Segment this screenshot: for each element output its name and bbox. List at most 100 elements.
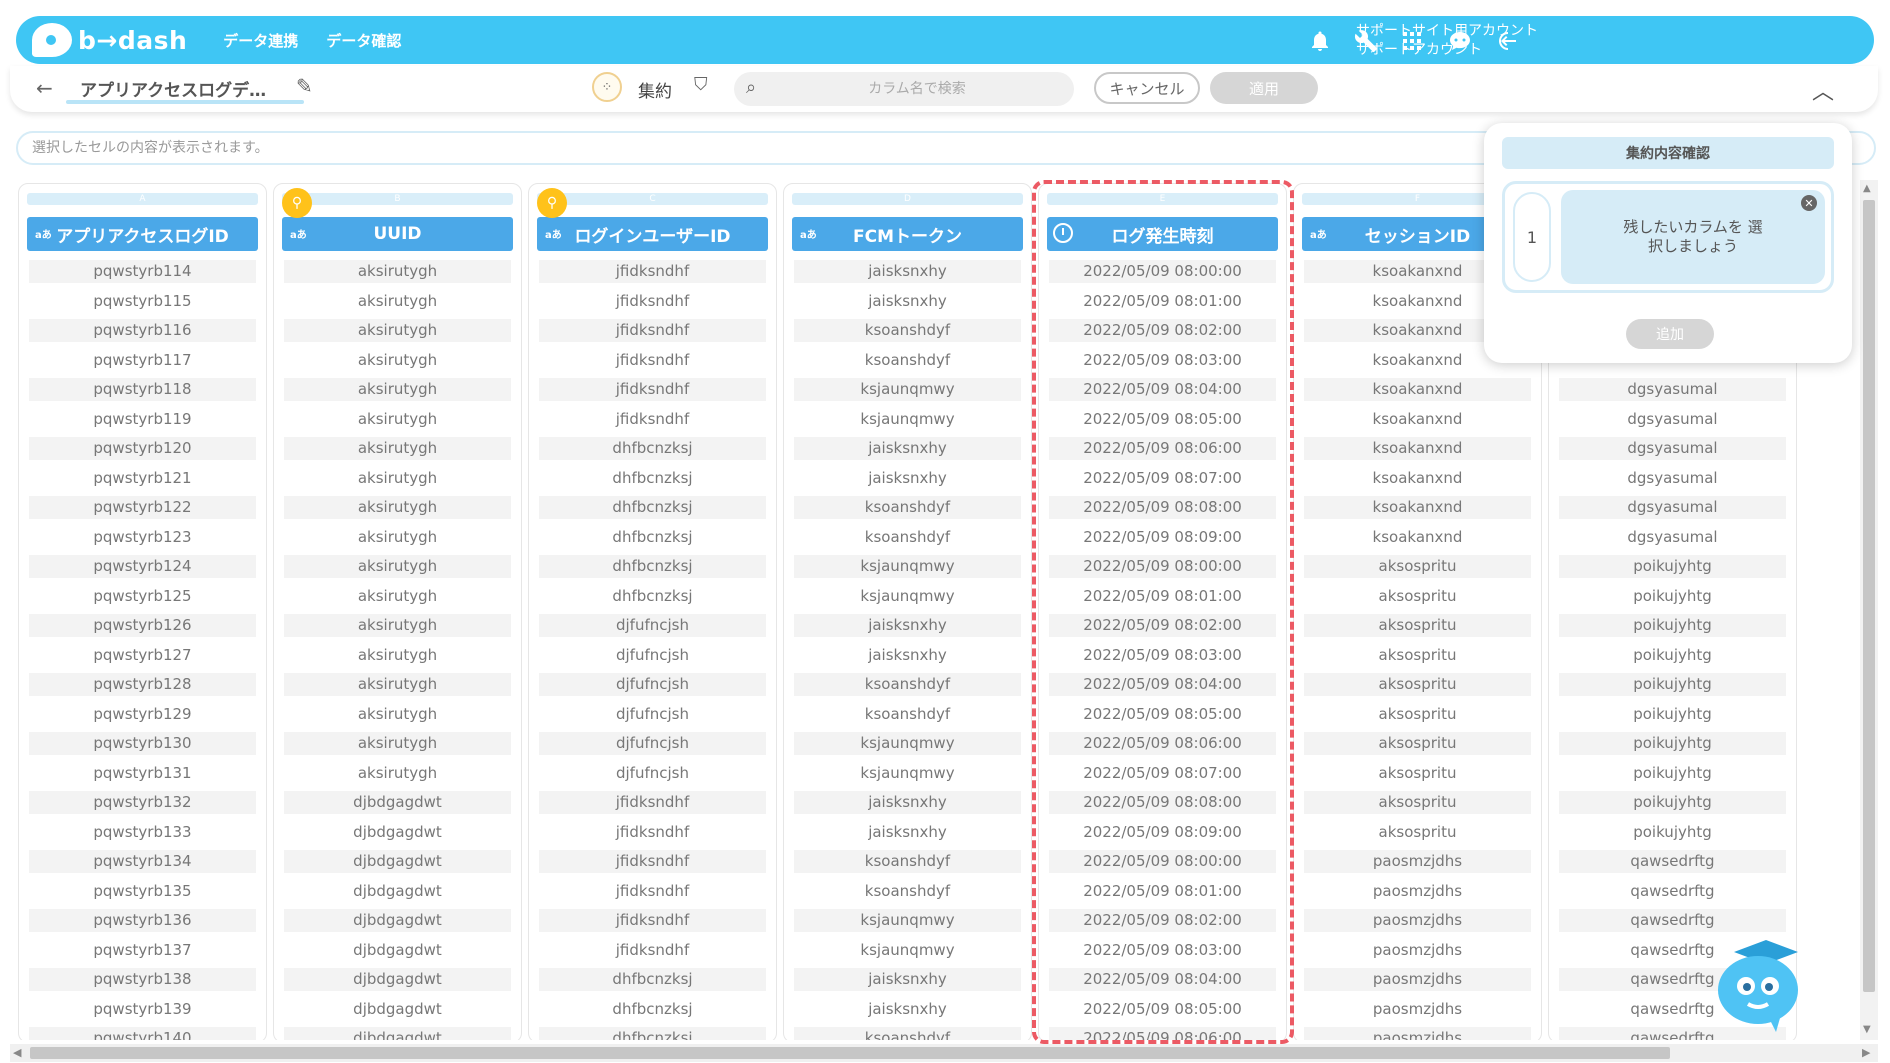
scroll-up-icon[interactable]: ▲ [1863, 183, 1871, 194]
mascot-helper-icon[interactable] [1710, 924, 1810, 1034]
grid-cell[interactable]: paosmzjdhs [1302, 879, 1533, 909]
grid-cell[interactable]: jfidksndhf [537, 849, 768, 879]
grid-cell[interactable]: ksoanshdyf [792, 849, 1023, 879]
grid-cell[interactable]: dgsyasumal [1557, 436, 1788, 466]
grid-cell[interactable]: dhfbcnzksj [537, 436, 768, 466]
scroll-left-icon[interactable]: ◀ [13, 1046, 21, 1059]
grid-cell[interactable]: jfidksndhf [537, 407, 768, 437]
grid-cell[interactable]: 2022/05/09 08:05:00 [1047, 407, 1278, 437]
grid-cell[interactable]: aksospritu [1302, 731, 1533, 761]
grid-cell[interactable]: jaisksnxhy [792, 967, 1023, 997]
grid-cell[interactable]: aksirutygh [282, 318, 513, 348]
grid-cell[interactable]: ksoakanxnd [1302, 407, 1533, 437]
grid-cell[interactable]: pqwstyrb118 [27, 377, 258, 407]
grid-cell[interactable]: pqwstyrb138 [27, 967, 258, 997]
grid-cell[interactable]: aksirutygh [282, 643, 513, 673]
cell-content-field[interactable] [32, 133, 1432, 163]
grid-cell[interactable]: 2022/05/09 08:00:00 [1047, 259, 1278, 289]
grid-cell[interactable]: poikujyhtg [1557, 761, 1788, 791]
grid-cell[interactable]: pqwstyrb122 [27, 495, 258, 525]
grid-cell[interactable]: pqwstyrb133 [27, 820, 258, 850]
grid-cell[interactable]: djbdgagdwt [282, 997, 513, 1027]
grid-cell[interactable]: 2022/05/09 08:05:00 [1047, 702, 1278, 732]
grid-cell[interactable]: pqwstyrb137 [27, 938, 258, 968]
grid-cell[interactable]: 2022/05/09 08:09:00 [1047, 820, 1278, 850]
grid-cell[interactable]: jaisksnxhy [792, 289, 1023, 319]
scroll-right-icon[interactable]: ▶ [1862, 1046, 1870, 1059]
grid-cell[interactable]: 2022/05/09 08:02:00 [1047, 908, 1278, 938]
grid-cell[interactable]: aksirutygh [282, 466, 513, 496]
grid-cell[interactable]: aksospritu [1302, 584, 1533, 614]
grid-cell[interactable]: jaisksnxhy [792, 820, 1023, 850]
grid-cell[interactable]: aksospritu [1302, 672, 1533, 702]
grid-cell[interactable]: aksospritu [1302, 761, 1533, 791]
scroll-down-icon[interactable]: ▼ [1863, 1024, 1871, 1035]
grid-cell[interactable]: ksoanshdyf [792, 318, 1023, 348]
grid-cell[interactable]: pqwstyrb139 [27, 997, 258, 1027]
horizontal-scroll-thumb[interactable] [30, 1047, 1670, 1059]
grid-cell[interactable]: jaisksnxhy [792, 466, 1023, 496]
grid-cell[interactable]: poikujyhtg [1557, 643, 1788, 673]
vertical-scroll-thumb[interactable] [1863, 200, 1875, 992]
grid-cell[interactable]: 2022/05/09 08:01:00 [1047, 289, 1278, 319]
grid-cell[interactable]: pqwstyrb125 [27, 584, 258, 614]
column-header[interactable]: ログ発生時刻 [1047, 217, 1278, 251]
grid-cell[interactable]: paosmzjdhs [1302, 849, 1533, 879]
grid-cell[interactable]: aksirutygh [282, 495, 513, 525]
grid-cell[interactable]: dhfbcnzksj [537, 466, 768, 496]
grid-cell[interactable]: ksjaunqmwy [792, 377, 1023, 407]
grid-cell[interactable]: qawsedrftg [1557, 879, 1788, 909]
grid-cell[interactable]: pqwstyrb132 [27, 790, 258, 820]
grid-cell[interactable]: jfidksndhf [537, 318, 768, 348]
grid-cell[interactable]: dhfbcnzksj [537, 584, 768, 614]
grid-cell[interactable]: aksirutygh [282, 731, 513, 761]
grid-cell[interactable]: djbdgagdwt [282, 967, 513, 997]
grid-cell[interactable]: pqwstyrb121 [27, 466, 258, 496]
nav-data-integration[interactable]: データ連携 [223, 30, 298, 51]
grid-cell[interactable]: aksospritu [1302, 820, 1533, 850]
column-header[interactable]: aあ アプリアクセスログID [27, 217, 258, 251]
grid-cell[interactable]: jaisksnxhy [792, 790, 1023, 820]
grid-cell[interactable]: aksirutygh [282, 407, 513, 437]
grid-cell[interactable]: poikujyhtg [1557, 702, 1788, 732]
grid-cell[interactable]: pqwstyrb120 [27, 436, 258, 466]
grid-cell[interactable]: ksjaunqmwy [792, 584, 1023, 614]
column-header[interactable]: aあ UUID [282, 217, 513, 251]
grid-cell[interactable]: ksoanshdyf [792, 672, 1023, 702]
bell-icon[interactable] [1306, 28, 1334, 54]
grid-cell[interactable]: poikujyhtg [1557, 731, 1788, 761]
grid-cell[interactable]: aksirutygh [282, 348, 513, 378]
grid-cell[interactable]: 2022/05/09 08:04:00 [1047, 967, 1278, 997]
grid-cell[interactable]: djbdgagdwt [282, 1026, 513, 1040]
grid-cell[interactable]: aksirutygh [282, 761, 513, 791]
grid-cell[interactable]: pqwstyrb136 [27, 908, 258, 938]
table-name[interactable]: アプリアクセスログデ… [80, 76, 266, 101]
grid-cell[interactable]: ksjaunqmwy [792, 407, 1023, 437]
grid-cell[interactable]: 2022/05/09 08:03:00 [1047, 643, 1278, 673]
grid-cell[interactable]: dhfbcnzksj [537, 495, 768, 525]
grid-cell[interactable]: 2022/05/09 08:03:00 [1047, 938, 1278, 968]
grid-cell[interactable]: 2022/05/09 08:08:00 [1047, 790, 1278, 820]
grid-cell[interactable]: dhfbcnzksj [537, 967, 768, 997]
grid-cell[interactable]: ksjaunqmwy [792, 938, 1023, 968]
wrench-icon[interactable] [1352, 28, 1380, 54]
grid-cell[interactable]: jfidksndhf [537, 938, 768, 968]
column-letter[interactable]: A [27, 193, 258, 205]
grid-cell[interactable]: jfidksndhf [537, 348, 768, 378]
grid-cell[interactable]: paosmzjdhs [1302, 908, 1533, 938]
grid-cell[interactable]: djfufncjsh [537, 672, 768, 702]
grid-cell[interactable]: pqwstyrb140 [27, 1026, 258, 1040]
grid-cell[interactable]: djfufncjsh [537, 643, 768, 673]
grid-cell[interactable]: 2022/05/09 08:02:00 [1047, 613, 1278, 643]
grid-cell[interactable]: aksirutygh [282, 584, 513, 614]
grid-cell[interactable]: 2022/05/09 08:06:00 [1047, 436, 1278, 466]
grid-cell[interactable]: pqwstyrb134 [27, 849, 258, 879]
grid-cell[interactable]: djfufncjsh [537, 731, 768, 761]
grid-cell[interactable]: pqwstyrb123 [27, 525, 258, 555]
grid-cell[interactable]: jfidksndhf [537, 289, 768, 319]
grid-cell[interactable]: djfufncjsh [537, 761, 768, 791]
grid-cell[interactable]: poikujyhtg [1557, 790, 1788, 820]
grid-cell[interactable]: paosmzjdhs [1302, 938, 1533, 968]
grid-cell[interactable]: dgsyasumal [1557, 407, 1788, 437]
column-letter[interactable]: B [282, 193, 513, 205]
